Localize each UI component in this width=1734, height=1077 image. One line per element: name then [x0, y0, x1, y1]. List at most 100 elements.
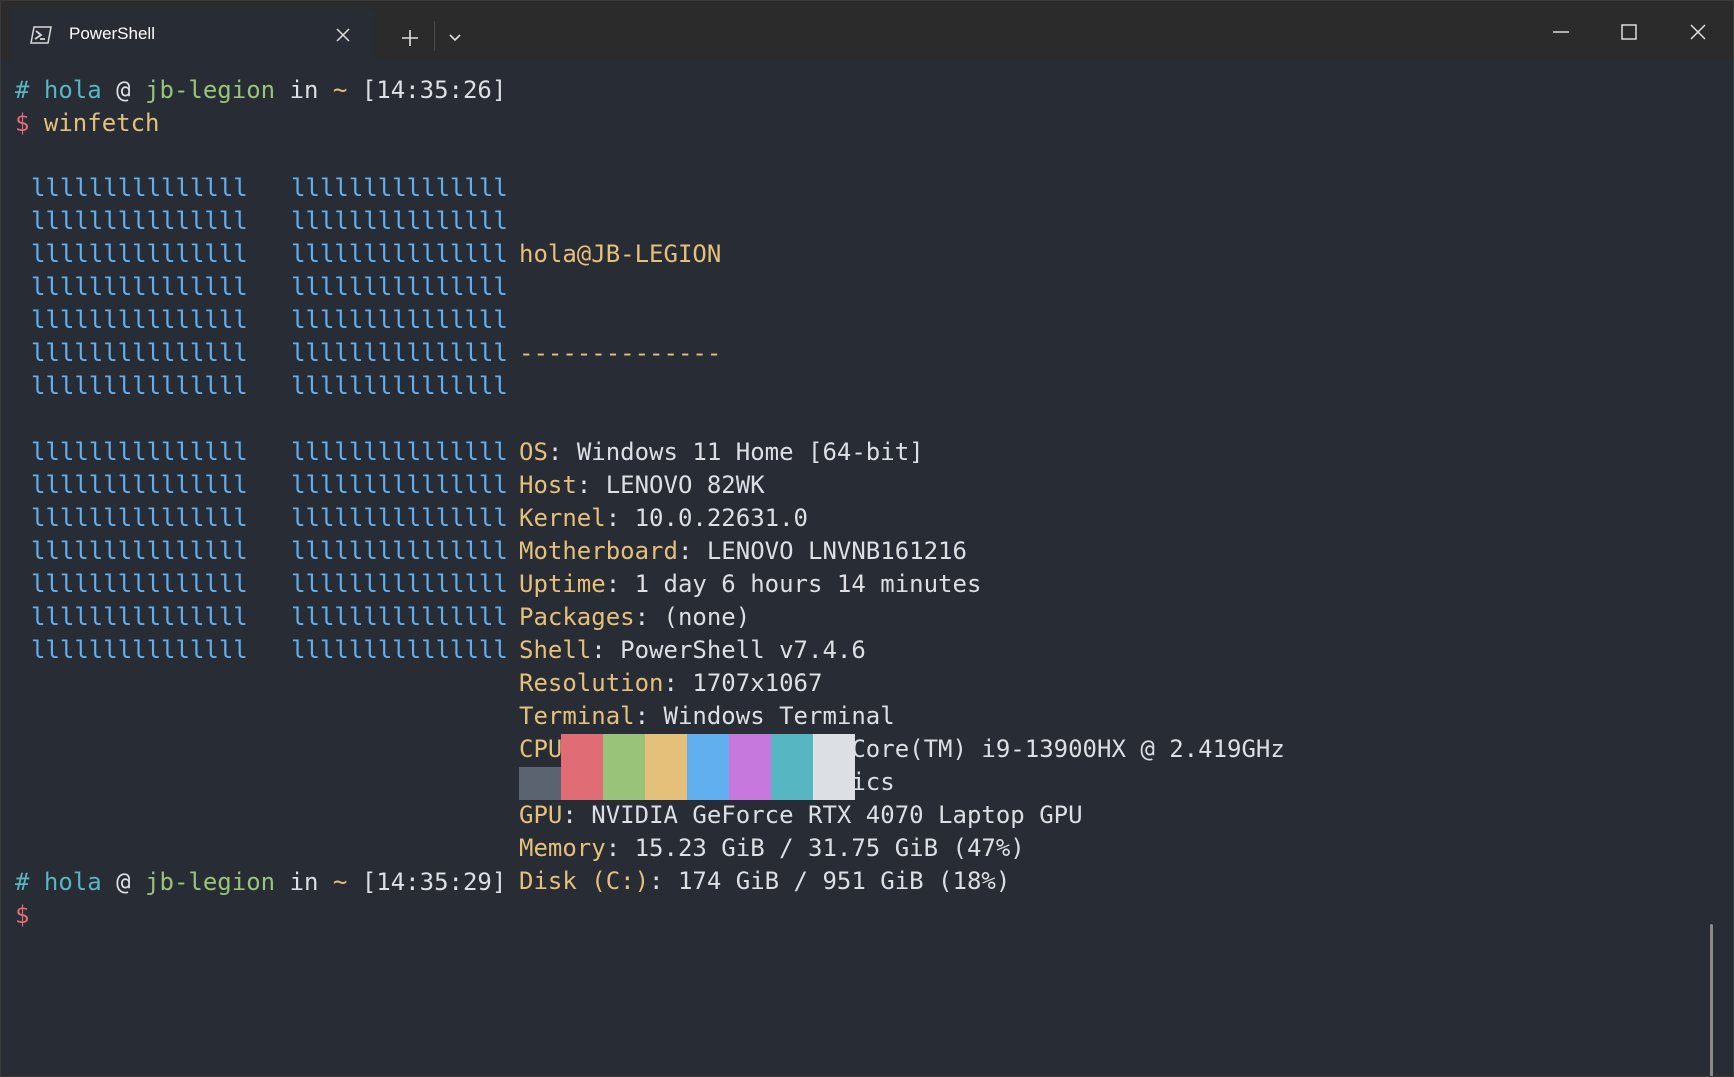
info-value: LENOVO 82WK: [605, 471, 765, 499]
info-colon: :: [605, 570, 635, 598]
logo-row: lllllllllllllll lllllllllllllll: [31, 339, 508, 367]
command-line: $ winfetch: [15, 107, 160, 140]
info-row: Uptime: 1 day 6 hours 14 minutes: [519, 568, 1285, 601]
input-line[interactable]: $: [15, 899, 29, 932]
info-colon: :: [663, 669, 693, 697]
info-colon: :: [591, 636, 621, 664]
info-colon: :: [634, 702, 664, 730]
tab-title: PowerShell: [69, 24, 155, 43]
powershell-icon: [30, 26, 52, 44]
info-value: (none): [663, 603, 751, 631]
info-colon: :: [605, 834, 635, 862]
prompt-hash: #: [15, 76, 30, 104]
logo-row: lllllllllllllll lllllllllllllll: [31, 273, 508, 301]
prompt-hash: #: [15, 868, 30, 896]
logo-row: lllllllllllllll lllllllllllllll: [31, 570, 508, 598]
info-key: GPU: [519, 801, 563, 829]
prompt-dollar: $: [15, 109, 30, 137]
info-row: GPU: NVIDIA GeForce RTX 4070 Laptop GPU: [519, 799, 1285, 832]
info-colon: :: [547, 438, 577, 466]
info-row: Packages: (none): [519, 601, 1285, 634]
info-key: Motherboard: [519, 537, 678, 565]
info-value: LENOVO LNVNB161216: [706, 537, 967, 565]
info-value: 174 GiB / 951 GiB (18%): [677, 867, 1011, 895]
logo-row: [31, 403, 508, 436]
prompt-in: in: [289, 76, 319, 104]
info-value: 1 day 6 hours 14 minutes: [634, 570, 982, 598]
logo-row: lllllllllllllll lllllllllllllll: [31, 438, 508, 466]
window-close-icon[interactable]: [1683, 17, 1713, 47]
color-swatch: [519, 767, 561, 800]
close-icon[interactable]: [333, 25, 353, 45]
color-palette: [519, 734, 855, 800]
title-bar[interactable]: PowerShell: [1, 1, 1733, 60]
prompt-time: [14:35:29]: [361, 868, 507, 896]
color-swatch: [771, 734, 813, 800]
color-swatch: [729, 734, 771, 800]
terminal-output[interactable]: # hola @ jb-legion in ~ [14:35:26] $ win…: [1, 60, 1721, 1076]
info-key: Packages: [519, 603, 635, 631]
tab-powershell[interactable]: PowerShell: [11, 9, 375, 60]
info-separator: --------------: [519, 339, 722, 367]
info-value: PowerShell v7.4.6: [620, 636, 866, 664]
prompt-at: @: [116, 868, 131, 896]
info-key: Host: [519, 471, 577, 499]
prompt-host: jb-legion: [145, 76, 276, 104]
info-value: Windows 11 Home [64-bit]: [576, 438, 924, 466]
logo-row: lllllllllllllll lllllllllllllll: [31, 471, 508, 499]
info-row: Resolution: 1707x1067: [519, 667, 1285, 700]
info-row: Host: LENOVO 82WK: [519, 469, 1285, 502]
info-value: 1707x1067: [692, 669, 823, 697]
logo-row: lllllllllllllll lllllllllllllll: [31, 240, 508, 268]
prompt-user: hola: [43, 76, 102, 104]
prompt-user: hola: [43, 868, 102, 896]
prompt-path: ~: [332, 76, 348, 104]
info-row: Terminal: Windows Terminal: [519, 700, 1285, 733]
info-colon: :: [649, 867, 678, 895]
info-value: 10.0.22631.0: [634, 504, 808, 532]
info-key: Kernel: [519, 504, 606, 532]
prompt-host: jb-legion: [145, 868, 276, 896]
prompt-dollar: $: [15, 901, 30, 929]
info-row: Motherboard: LENOVO LNVNB161216: [519, 535, 1285, 568]
prompt-in: in: [289, 868, 319, 896]
minimize-icon[interactable]: [1546, 17, 1576, 47]
info-key: Uptime: [519, 570, 606, 598]
info-colon: :: [677, 537, 707, 565]
prompt-path: ~: [332, 868, 348, 896]
info-key: Resolution: [519, 669, 664, 697]
plus-icon[interactable]: [397, 25, 423, 51]
windows-logo-art: lllllllllllllll lllllllllllllll lllllllll…: [31, 172, 508, 667]
info-row: Disk (C:): 174 GiB / 951 GiB (18%): [519, 865, 1285, 898]
logo-row: lllllllllllllll lllllllllllllll: [31, 603, 508, 631]
info-value: Windows Terminal: [663, 702, 895, 730]
prompt-line: # hola @ jb-legion in ~ [14:35:29]: [15, 866, 506, 899]
logo-row: lllllllllllllll lllllllllllllll: [31, 636, 508, 664]
color-swatch: [561, 734, 603, 800]
info-key: OS: [519, 438, 548, 466]
info-header: hola@JB-LEGION: [519, 240, 722, 268]
logo-row: lllllllllllllll lllllllllllllll: [31, 537, 508, 565]
logo-row: lllllllllllllll lllllllllllllll: [31, 207, 508, 235]
logo-row: lllllllllllllll lllllllllllllll: [31, 174, 508, 202]
info-colon: :: [562, 801, 592, 829]
info-colon: :: [634, 603, 664, 631]
maximize-icon[interactable]: [1614, 17, 1644, 47]
color-swatch: [813, 734, 855, 800]
color-swatch: [645, 734, 687, 800]
prompt-at: @: [116, 76, 131, 104]
system-info: hola@JB-LEGION -------------- OS: Window…: [519, 172, 1285, 964]
color-swatch: [603, 734, 645, 800]
info-colon: :: [576, 471, 606, 499]
info-row: Memory: 15.23 GiB / 31.75 GiB (47%): [519, 832, 1285, 865]
chevron-down-icon[interactable]: [444, 28, 466, 48]
tab-divider: [434, 21, 435, 51]
scrollbar[interactable]: [1710, 924, 1713, 1076]
color-swatch: [687, 734, 729, 800]
command-text: winfetch: [43, 109, 160, 137]
logo-row: lllllllllllllll lllllllllllllll: [31, 306, 508, 334]
info-colon: :: [605, 504, 635, 532]
info-value: 15.23 GiB / 31.75 GiB (47%): [634, 834, 1025, 862]
info-key: Memory: [519, 834, 606, 862]
info-row: OS: Windows 11 Home [64-bit]: [519, 436, 1285, 469]
